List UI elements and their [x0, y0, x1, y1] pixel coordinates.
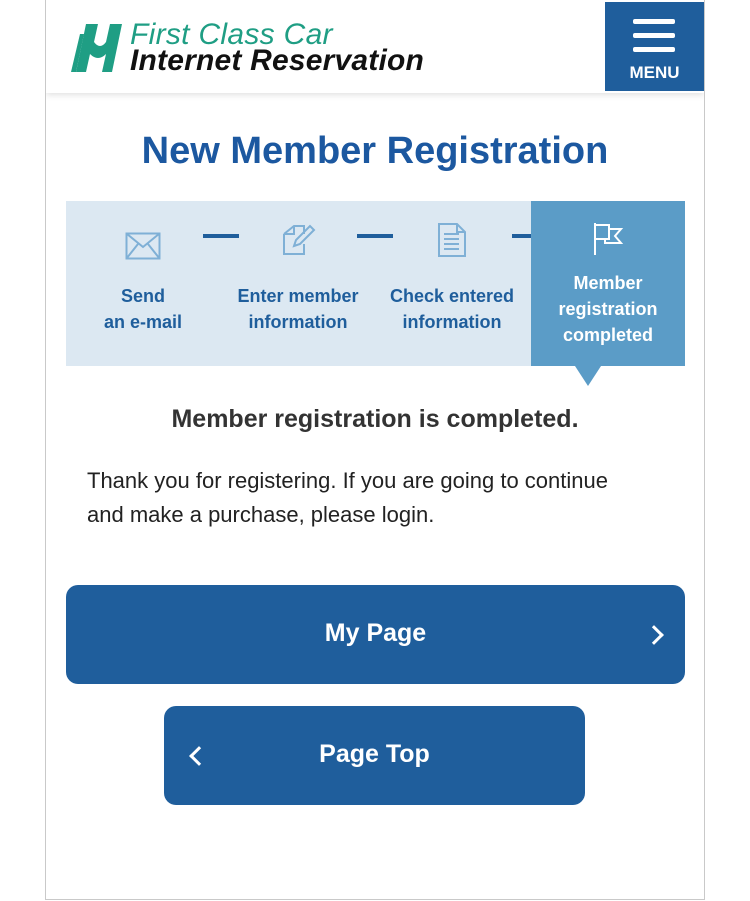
my-page-label: My Page [324, 619, 427, 647]
step-label: Enter member information [237, 286, 359, 332]
step-enter-info: Enter member information [223, 201, 373, 366]
flag-icon [594, 223, 624, 255]
registration-steps: Send an e-mail Enter member information [66, 201, 685, 366]
edit-icon [283, 224, 316, 255]
page-top-button[interactable]: Page Top [164, 706, 585, 805]
step-label: Check entered information [389, 286, 515, 332]
page-top-label: Page Top [319, 740, 430, 768]
step-send-email: Send an e-mail [68, 201, 218, 366]
document-icon [438, 223, 466, 257]
page-title: New Member Registration [141, 130, 609, 172]
page-frame: First Class Car Internet Reservation MEN… [45, 0, 705, 900]
completion-message: Thank you for registering. If you are go… [87, 468, 608, 527]
step-check-info: Check entered information [377, 201, 527, 366]
menu-label: MENU [629, 63, 680, 82]
active-step-pointer [575, 366, 601, 386]
envelope-icon [125, 232, 161, 260]
brand-subtitle: Internet Reservation [130, 44, 425, 77]
step-label: Member registration completed [558, 273, 658, 345]
menu-button[interactable]: MENU [605, 2, 704, 91]
step-completed: Member registration completed [531, 201, 685, 366]
completion-heading: Member registration is completed. [171, 405, 579, 433]
step-label: Send an e-mail [103, 286, 183, 332]
logo-mark-icon[interactable] [70, 20, 128, 74]
my-page-button[interactable]: My Page [66, 585, 685, 684]
site-header: First Class Car Internet Reservation MEN… [46, 0, 704, 93]
